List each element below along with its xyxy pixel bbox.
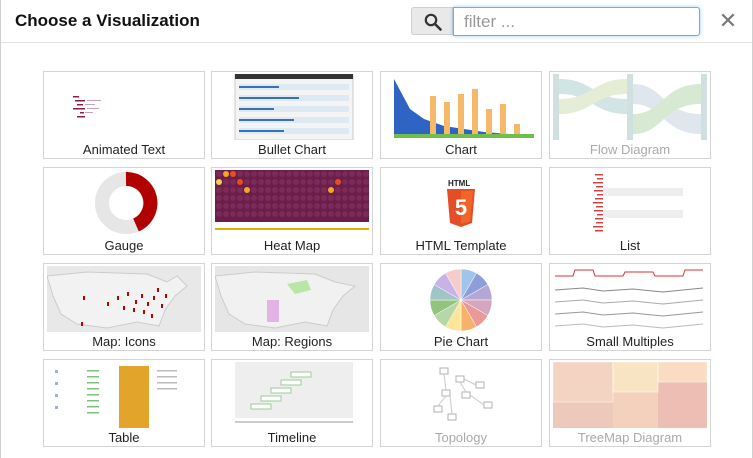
html-badge-text: HTML — [448, 179, 470, 188]
tile-timeline[interactable]: Timeline — [211, 359, 373, 447]
tile-gauge[interactable]: Gauge — [43, 167, 205, 255]
tile-label: Flow Diagram — [589, 142, 671, 157]
table-thumbnail — [47, 362, 201, 428]
tile-label: Timeline — [267, 430, 317, 445]
close-icon[interactable]: ✕ — [717, 9, 739, 33]
html5-number: 5 — [455, 195, 467, 220]
small-multiples-thumbnail — [553, 266, 707, 332]
tile-label: HTML Template — [415, 238, 507, 253]
search-icon — [424, 13, 442, 31]
topology-thumbnail — [384, 362, 538, 428]
list-thumbnail — [553, 170, 707, 236]
tile-html-template[interactable]: HTML 5 HTML Template — [380, 167, 542, 255]
tile-label: Pie Chart — [433, 334, 489, 349]
tile-label: Heat Map — [263, 238, 321, 253]
tile-label: Small Multiples — [586, 334, 674, 349]
tile-heat-map[interactable]: Heat Map — [211, 167, 373, 255]
search-button[interactable] — [411, 7, 453, 35]
tile-label: Map: Regions — [251, 334, 333, 349]
tile-small-multiples[interactable]: Small Multiples — [549, 263, 711, 351]
chart-thumbnail — [384, 74, 538, 140]
heat-map-thumbnail — [215, 170, 369, 236]
pie-chart-thumbnail — [384, 266, 538, 332]
tile-label: Topology — [434, 430, 488, 445]
tile-list[interactable]: List — [549, 167, 711, 255]
tile-label: TreeMap Diagram — [577, 430, 683, 445]
bullet-chart-thumbnail — [215, 74, 369, 140]
map-regions-thumbnail — [215, 266, 369, 332]
tile-label: Bullet Chart — [258, 142, 326, 157]
tile-flow-diagram[interactable]: Flow Diagram — [549, 71, 711, 159]
tile-label: List — [619, 238, 641, 253]
tile-label: Table — [108, 430, 140, 445]
tile-map-icons[interactable]: Map: Icons — [43, 263, 205, 351]
visualization-dialog: Choose a Visualization ✕ — [0, 0, 753, 458]
tile-chart[interactable]: Chart — [380, 71, 542, 159]
animated-text-thumbnail — [47, 74, 201, 140]
map-icons-thumbnail — [47, 266, 201, 332]
tile-bullet-chart[interactable]: Bullet Chart — [211, 71, 373, 159]
tile-table[interactable]: Table — [43, 359, 205, 447]
treemap-thumbnail — [553, 362, 707, 428]
tile-animated-text[interactable]: Animated Text — [43, 71, 205, 159]
dialog-title: Choose a Visualization — [15, 11, 200, 30]
tile-pie-chart[interactable]: Pie Chart — [380, 263, 542, 351]
tile-label: Map: Icons — [92, 334, 156, 349]
dialog-header: Choose a Visualization ✕ — [1, 0, 752, 43]
tile-treemap-diagram[interactable]: TreeMap Diagram — [549, 359, 711, 447]
flow-diagram-thumbnail — [553, 74, 707, 140]
tile-label: Chart — [445, 142, 477, 157]
tile-label: Gauge — [104, 238, 144, 253]
gauge-thumbnail — [47, 170, 201, 236]
html-template-thumbnail: HTML 5 — [384, 170, 538, 236]
tile-label: Animated Text — [82, 142, 166, 157]
tile-map-regions[interactable]: Map: Regions — [211, 263, 373, 351]
tile-topology[interactable]: Topology — [380, 359, 542, 447]
timeline-thumbnail — [215, 362, 369, 428]
filter-input[interactable] — [453, 7, 700, 36]
